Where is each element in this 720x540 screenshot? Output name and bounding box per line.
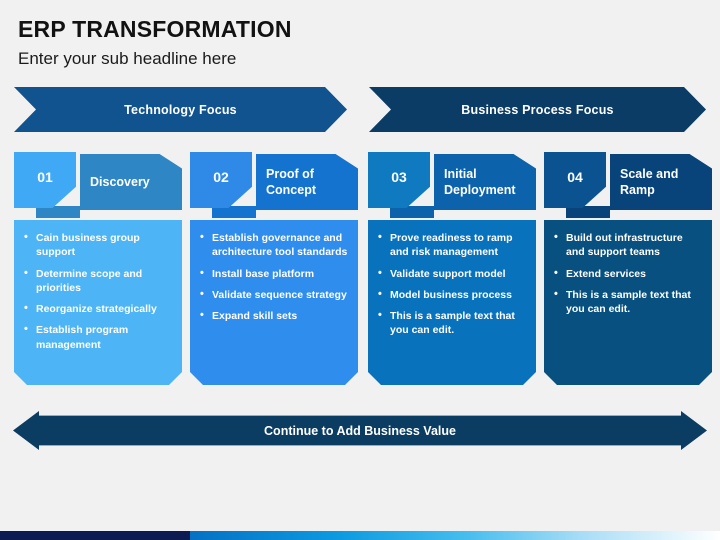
phase-2-number: 02: [213, 169, 229, 185]
phase-4-header: 04 Scale and Ramp: [544, 152, 712, 218]
list-item: Validate support model: [376, 267, 528, 281]
phase-1-title-box[interactable]: Discovery: [80, 154, 182, 210]
slide-canvas: ERP TRANSFORMATION Enter your sub headli…: [0, 0, 720, 540]
page-title: ERP TRANSFORMATION: [18, 16, 292, 42]
list-item: Model business process: [376, 288, 528, 302]
list-item: Validate sequence strategy: [198, 288, 350, 302]
phase-3-title: Initial Deployment: [444, 166, 516, 198]
footer-gradient-block: [190, 531, 720, 540]
banner-business-process-focus-label: Business Process Focus: [461, 102, 614, 117]
phase-2-header: 02 Proof of Concept: [190, 152, 358, 218]
list-item: Determine scope and priorities: [22, 267, 174, 296]
list-item: Reorganize strategically: [22, 302, 174, 316]
phase-4-number: 04: [567, 169, 583, 185]
phase-column-2: 02 Proof of Concept Establish governance…: [190, 152, 358, 385]
list-item: Install base platform: [198, 267, 350, 281]
phase-1-title: Discovery: [90, 174, 150, 189]
phase-1-header: 01 Discovery: [14, 152, 182, 218]
bottom-banner[interactable]: Continue to Add Business Value: [13, 411, 707, 450]
banner-technology-focus[interactable]: Technology Focus: [14, 87, 347, 132]
phase-4-title: Scale and Ramp: [620, 166, 679, 198]
phase-3-number: 03: [391, 169, 407, 185]
list-item: This is a sample text that you can edit.: [376, 309, 528, 338]
bottom-banner-label: Continue to Add Business Value: [264, 423, 456, 438]
list-item: Establish governance and architecture to…: [198, 231, 350, 260]
list-item: Prove readiness to ramp and risk managem…: [376, 231, 528, 260]
phase-2-title: Proof of Concept: [266, 166, 316, 198]
phase-3-header: 03 Initial Deployment: [368, 152, 536, 218]
phase-4-title-box[interactable]: Scale and Ramp: [610, 154, 712, 210]
banner-business-process-focus[interactable]: Business Process Focus: [369, 87, 706, 132]
page-subtitle: Enter your sub headline here: [18, 49, 237, 68]
list-item: This is a sample text that you can edit.: [552, 288, 704, 317]
footer-strip: [0, 531, 720, 540]
phase-1-number: 01: [37, 169, 53, 185]
list-item: Establish program management: [22, 323, 174, 352]
phase-4-body: Build out infrastructure and support tea…: [544, 220, 712, 385]
phase-1-number-tab[interactable]: 01: [14, 152, 76, 208]
list-item: Extend services: [552, 267, 704, 281]
phase-2-title-box[interactable]: Proof of Concept: [256, 154, 358, 210]
banner-technology-focus-label: Technology Focus: [124, 102, 237, 117]
phase-column-3: 03 Initial Deployment Prove readiness to…: [368, 152, 536, 385]
phase-3-body: Prove readiness to ramp and risk managem…: [368, 220, 536, 385]
phase-2-bullet-list: Establish governance and architecture to…: [198, 231, 350, 323]
phase-3-bullet-list: Prove readiness to ramp and risk managem…: [376, 231, 528, 338]
list-item: Expand skill sets: [198, 309, 350, 323]
phase-2-number-tab[interactable]: 02: [190, 152, 252, 208]
footer-dark-block: [0, 531, 190, 540]
phase-column-4: 04 Scale and Ramp Build out infrastructu…: [544, 152, 712, 385]
phase-1-bullet-list: Cain business group support Determine sc…: [22, 231, 174, 352]
phase-2-body: Establish governance and architecture to…: [190, 220, 358, 385]
phase-4-bullet-list: Build out infrastructure and support tea…: [552, 231, 704, 316]
phase-3-number-tab[interactable]: 03: [368, 152, 430, 208]
phase-1-body: Cain business group support Determine sc…: [14, 220, 182, 385]
phase-3-title-box[interactable]: Initial Deployment: [434, 154, 536, 210]
phase-column-1: 01 Discovery Cain business group support…: [14, 152, 182, 385]
phase-4-number-tab[interactable]: 04: [544, 152, 606, 208]
list-item: Cain business group support: [22, 231, 174, 260]
list-item: Build out infrastructure and support tea…: [552, 231, 704, 260]
